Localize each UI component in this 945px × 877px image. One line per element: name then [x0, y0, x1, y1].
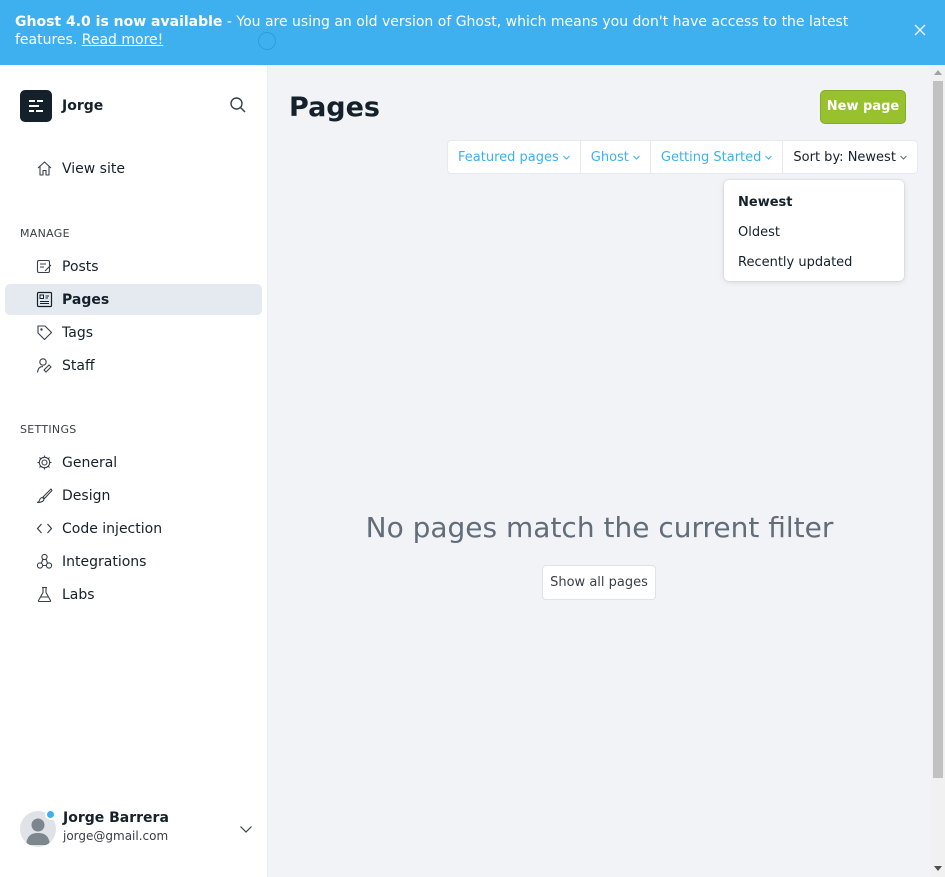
sort-option-newest[interactable]: Newest: [724, 192, 904, 222]
filter-label: Getting Started: [660, 149, 762, 165]
nav-label: Tags: [62, 324, 93, 341]
sort-option-recently-updated[interactable]: Recently updated: [724, 252, 904, 282]
filter-author[interactable]: Ghost: [581, 141, 651, 173]
scrollbar[interactable]: [931, 65, 945, 877]
scroll-thumb[interactable]: [933, 81, 943, 778]
sort-option-oldest[interactable]: Oldest: [724, 222, 904, 252]
nav-label: Design: [62, 487, 111, 504]
page-title: Pages: [289, 92, 380, 123]
posts-icon: [36, 259, 52, 274]
sort-dropdown[interactable]: Sort by: Newest: [783, 141, 917, 173]
nav-integrations[interactable]: Integrations: [5, 546, 262, 577]
user-email: jorge@gmail.com: [63, 829, 169, 843]
nav-label: Integrations: [62, 553, 147, 570]
section-settings-label: Settings: [20, 423, 77, 436]
main-content: Pages New page Featured pages Ghost Gett…: [268, 65, 931, 877]
nav-posts[interactable]: Posts: [5, 251, 262, 282]
site-name: Jorge: [62, 98, 104, 114]
tag-icon: [37, 325, 53, 341]
sort-menu: Newest Oldest Recently updated: [724, 180, 904, 281]
nav-label: Labs: [62, 586, 95, 603]
section-manage-label: Manage: [20, 227, 70, 240]
user-menu[interactable]: Jorge Barrera jorge@gmail.com: [20, 809, 260, 849]
notification-dot: [45, 809, 56, 820]
nav-label: Staff: [62, 357, 95, 374]
scroll-up-icon[interactable]: [934, 69, 942, 75]
chevron-down-icon: [900, 155, 907, 160]
nav-design[interactable]: Design: [5, 480, 262, 511]
integrations-icon: [36, 553, 53, 569]
flask-icon: [37, 586, 52, 603]
filter-featured[interactable]: Featured pages: [448, 141, 581, 173]
gear-icon: [37, 455, 52, 470]
user-name: Jorge Barrera: [63, 810, 169, 826]
nav-view-site[interactable]: View site: [5, 153, 262, 184]
nav-general[interactable]: General: [5, 447, 262, 478]
banner-read-more-link[interactable]: Read more!: [82, 32, 164, 48]
nav-labs[interactable]: Labs: [5, 579, 262, 610]
search-icon[interactable]: [229, 96, 247, 114]
filter-label: Sort by: Newest: [793, 149, 896, 165]
filter-label: Ghost: [590, 149, 629, 165]
chevron-down-icon: [765, 155, 773, 160]
nav-label: Pages: [62, 291, 110, 308]
nav-label: General: [62, 454, 118, 471]
status-dot: [258, 32, 276, 50]
nav-tags[interactable]: Tags: [5, 317, 262, 348]
code-icon: [36, 523, 53, 534]
show-all-pages-button[interactable]: Show all pages: [542, 565, 656, 600]
new-page-button[interactable]: New page: [820, 90, 906, 124]
nav-label: Posts: [62, 258, 99, 275]
staff-icon: [36, 358, 52, 373]
filter-bar: Featured pages Ghost Getting Started Sor…: [447, 140, 918, 174]
filter-label: Featured pages: [458, 149, 559, 165]
brand[interactable]: Jorge: [20, 90, 103, 122]
chevron-down-icon: [562, 155, 570, 160]
chevron-down-icon: [633, 155, 640, 160]
nav-label: View site: [62, 160, 125, 177]
empty-state-message: No pages match the current filter: [365, 511, 834, 544]
chevron-down-icon[interactable]: [239, 822, 253, 836]
nav-pages[interactable]: Pages: [5, 284, 262, 315]
nav-code-injection[interactable]: Code injection: [5, 513, 262, 544]
site-logo-icon: [20, 90, 52, 122]
brush-icon: [36, 488, 53, 504]
close-icon[interactable]: [913, 23, 927, 37]
banner-title: Ghost 4.0 is now available: [15, 14, 223, 30]
home-icon: [37, 161, 52, 176]
update-banner: Ghost 4.0 is now available - You are usi…: [0, 0, 945, 65]
nav-staff[interactable]: Staff: [5, 350, 262, 381]
nav-label: Code injection: [62, 520, 163, 537]
sidebar: Jorge View site Manage Posts Pages Tags …: [0, 65, 268, 877]
pages-icon: [36, 291, 53, 308]
scroll-down-icon[interactable]: [934, 866, 942, 872]
filter-tag[interactable]: Getting Started: [651, 141, 784, 173]
